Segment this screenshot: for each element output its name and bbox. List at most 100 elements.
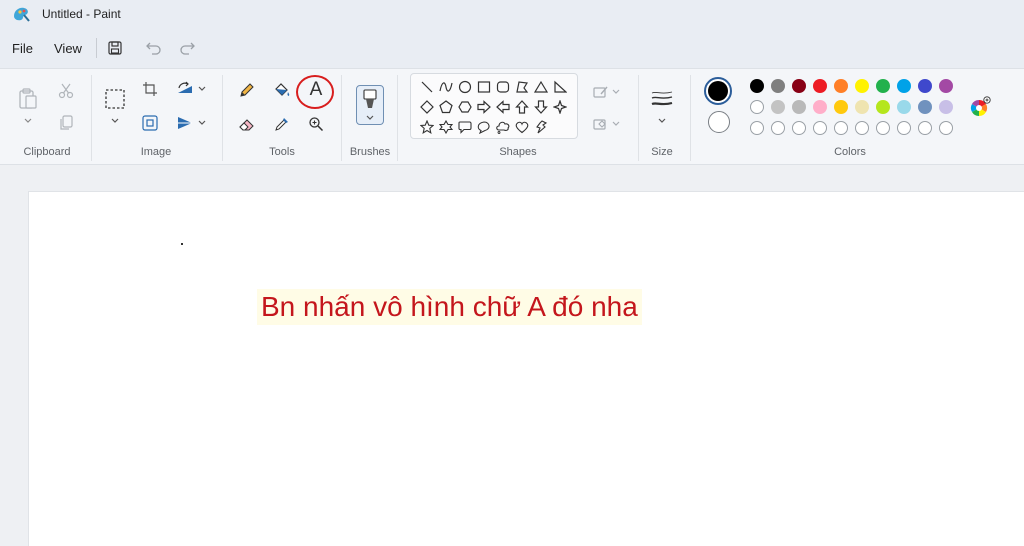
size-options-chevron[interactable] — [657, 116, 667, 126]
custom-color-slot[interactable] — [792, 121, 806, 135]
color-swatch[interactable] — [876, 79, 890, 93]
color-swatch[interactable] — [939, 100, 953, 114]
select-options-chevron[interactable] — [110, 116, 120, 126]
left-arrow-shape[interactable] — [493, 97, 513, 117]
workspace: Bn nhấn vô hình chữ A đó nha — [0, 165, 1024, 546]
right-triangle-shape[interactable] — [550, 77, 570, 97]
color-swatch[interactable] — [771, 100, 785, 114]
cut-button[interactable] — [54, 79, 78, 103]
rotate-options-chevron[interactable] — [197, 84, 207, 94]
eraser-button[interactable] — [235, 112, 259, 136]
triangle-shape[interactable] — [531, 77, 551, 97]
custom-color-slot[interactable] — [750, 121, 764, 135]
custom-color-slot[interactable] — [897, 121, 911, 135]
color-swatch[interactable] — [750, 79, 764, 93]
line-shape[interactable] — [417, 77, 437, 97]
color-swatch[interactable] — [834, 79, 848, 93]
custom-color-slot[interactable] — [771, 121, 785, 135]
color-swatch[interactable] — [918, 100, 932, 114]
color-swatch[interactable] — [897, 100, 911, 114]
six-point-star-shape[interactable] — [436, 117, 456, 137]
polygon-shape[interactable] — [512, 77, 532, 97]
undo-button[interactable] — [142, 36, 166, 60]
shape-fill-button[interactable] — [589, 112, 613, 136]
drawing-canvas[interactable]: Bn nhấn vô hình chữ A đó nha — [28, 191, 1024, 546]
color-swatch[interactable] — [897, 79, 911, 93]
color-swatch[interactable] — [792, 79, 806, 93]
four-point-star-shape[interactable] — [550, 97, 570, 117]
color-swatch[interactable] — [918, 79, 932, 93]
five-point-star-shape[interactable] — [417, 117, 437, 137]
custom-color-slot[interactable] — [918, 121, 932, 135]
right-triangle-icon — [554, 80, 567, 93]
heart-icon — [515, 121, 529, 134]
rotate-button[interactable] — [173, 77, 197, 101]
save-button[interactable] — [103, 36, 127, 60]
color-picker-button[interactable] — [270, 112, 294, 136]
color-swatch[interactable] — [855, 100, 869, 114]
clipboard-group-label: Clipboard — [23, 146, 71, 158]
save-icon — [108, 41, 122, 55]
curve-shape[interactable] — [436, 77, 456, 97]
oval-shape[interactable] — [455, 77, 475, 97]
chevron-down-icon — [24, 118, 32, 123]
diamond-shape[interactable] — [417, 97, 437, 117]
color-swatch[interactable] — [813, 79, 827, 93]
brushes-button[interactable] — [356, 85, 384, 125]
fill-options-chevron[interactable] — [611, 119, 621, 129]
select-button[interactable] — [103, 87, 127, 111]
magnifier-button[interactable] — [304, 112, 328, 136]
color-swatch[interactable] — [771, 79, 785, 93]
oval-callout-shape[interactable] — [474, 117, 494, 137]
view-menu[interactable]: View — [54, 41, 82, 56]
custom-color-slot[interactable] — [939, 121, 953, 135]
edit-colors-button[interactable] — [968, 95, 992, 119]
resize-button[interactable] — [138, 111, 162, 135]
flip-icon — [178, 117, 192, 129]
rectangle-shape[interactable] — [474, 77, 494, 97]
up-arrow-shape[interactable] — [512, 97, 532, 117]
pencil-button[interactable] — [235, 78, 259, 102]
custom-color-slot[interactable] — [855, 121, 869, 135]
fill-button[interactable] — [270, 78, 294, 102]
lightning-shape[interactable] — [531, 117, 551, 137]
copy-button[interactable] — [54, 111, 78, 135]
down-arrow-shape[interactable] — [531, 97, 551, 117]
color-swatch[interactable] — [750, 100, 764, 114]
window-title: Untitled - Paint — [42, 7, 121, 21]
outline-options-chevron[interactable] — [611, 87, 621, 97]
color-swatch[interactable] — [813, 100, 827, 114]
flip-button[interactable] — [173, 111, 197, 135]
paste-options-chevron[interactable] — [23, 116, 33, 126]
rounded-rectangle-shape[interactable] — [493, 77, 513, 97]
color-swatch[interactable] — [834, 100, 848, 114]
rect-callout-shape[interactable] — [455, 117, 475, 137]
cloud-callout-shape[interactable] — [493, 117, 513, 137]
paste-button[interactable] — [16, 87, 40, 111]
copy-icon — [60, 115, 73, 130]
flip-options-chevron[interactable] — [197, 118, 207, 128]
pentagon-shape[interactable] — [436, 97, 456, 117]
custom-color-slot[interactable] — [876, 121, 890, 135]
group-divider — [222, 75, 223, 161]
hexagon-shape[interactable] — [455, 97, 475, 117]
color-swatch[interactable] — [939, 79, 953, 93]
color-swatch[interactable] — [876, 100, 890, 114]
chevron-down-icon — [612, 121, 620, 126]
line-icon — [421, 81, 433, 93]
color-2-selector[interactable] — [708, 111, 730, 133]
size-button[interactable] — [650, 87, 674, 111]
custom-color-slot[interactable] — [834, 121, 848, 135]
group-divider — [638, 75, 639, 161]
eraser-icon — [239, 119, 254, 131]
color-swatch[interactable] — [855, 79, 869, 93]
right-arrow-shape[interactable] — [474, 97, 494, 117]
crop-button[interactable] — [138, 77, 162, 101]
outline-button[interactable] — [589, 80, 613, 104]
color-1-selector[interactable] — [704, 77, 732, 105]
file-menu[interactable]: File — [12, 41, 33, 56]
color-swatch[interactable] — [792, 100, 806, 114]
heart-shape[interactable] — [512, 117, 532, 137]
custom-color-slot[interactable] — [813, 121, 827, 135]
redo-button[interactable] — [175, 36, 199, 60]
